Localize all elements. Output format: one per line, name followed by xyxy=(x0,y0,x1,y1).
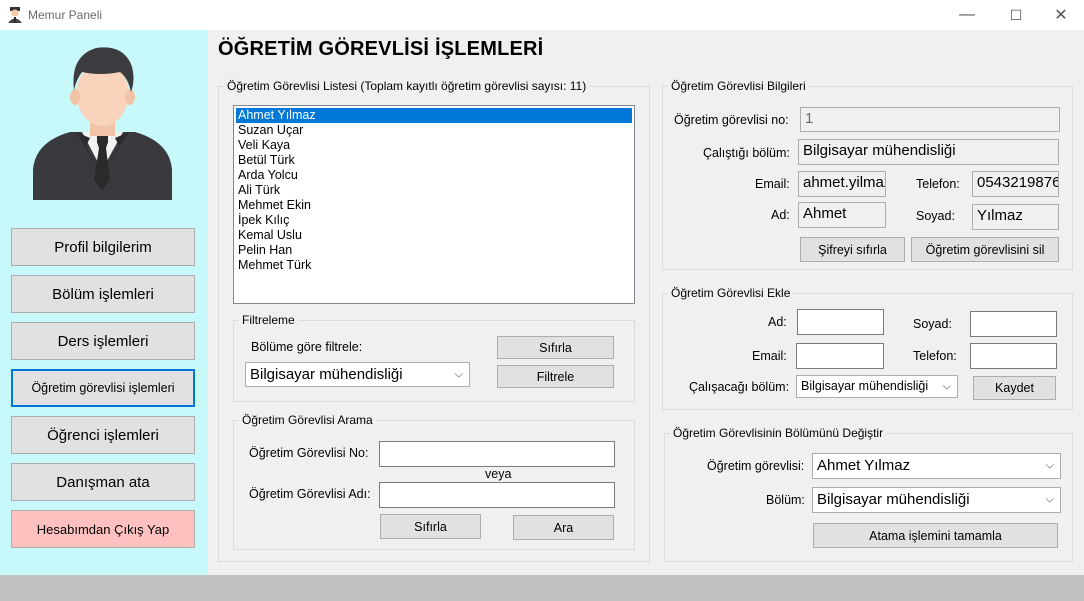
add-first-label: Ad: xyxy=(768,315,787,329)
change-lecturer-select[interactable]: Ahmet Yılmaz ⌵ xyxy=(812,453,1061,479)
info-phone-label: Telefon: xyxy=(916,177,960,191)
change-dept-label: Bölüm: xyxy=(766,493,805,507)
nav-department-button[interactable]: Bölüm işlemleri xyxy=(11,275,195,313)
filter-department-label: Bölüme göre filtrele: xyxy=(251,340,363,354)
filter-apply-button[interactable]: Filtrele xyxy=(497,365,614,388)
list-item[interactable]: Veli Kaya xyxy=(236,138,632,153)
sidebar: Profil bilgilerim Bölüm işlemleri Ders i… xyxy=(0,30,208,575)
add-dept-select[interactable]: Bilgisayar mühendisliği ⌵ xyxy=(796,375,958,398)
list-item[interactable]: Mehmet Türk xyxy=(236,258,632,273)
change-dept-select[interactable]: Bilgisayar mühendisliği ⌵ xyxy=(812,487,1061,513)
info-first-label: Ad: xyxy=(771,208,790,222)
filter-department-select[interactable]: Bilgisayar mühendisliği ⌵ xyxy=(245,362,470,387)
add-dept-value: Bilgisayar mühendisliği xyxy=(801,379,929,393)
change-dept-value: Bilgisayar mühendisliği xyxy=(817,491,970,508)
add-dept-label: Çalışacağı bölüm: xyxy=(689,380,790,394)
chevron-down-icon: ⌵ xyxy=(1045,493,1054,506)
page-title: ÖĞRETİM GÖREVLİSİ İŞLEMLERİ xyxy=(218,38,544,60)
chevron-down-icon: ⌵ xyxy=(942,380,951,392)
info-email-field[interactable]: ahmet.yilmaz xyxy=(798,171,886,197)
minimize-button[interactable]: — xyxy=(944,0,990,30)
list-item[interactable]: Betül Türk xyxy=(236,153,632,168)
info-dept-field[interactable]: Bilgisayar mühendisliği xyxy=(798,139,1059,165)
reset-password-button[interactable]: Şifreyi sıfırla xyxy=(800,237,905,262)
info-last-label: Soyad: xyxy=(916,209,955,223)
list-item[interactable]: Arda Yolcu xyxy=(236,168,632,183)
search-reset-button[interactable]: Sıfırla xyxy=(380,514,481,539)
nav-courses-button[interactable]: Ders işlemleri xyxy=(11,322,195,360)
search-no-label: Öğretim Görevlisi No: xyxy=(249,446,369,460)
filter-group-label: Filtreleme xyxy=(239,313,298,327)
logout-button[interactable]: Hesabımdan Çıkış Yap xyxy=(11,510,195,548)
search-name-input[interactable] xyxy=(379,482,615,508)
add-phone-label: Telefon: xyxy=(913,349,957,363)
add-email-label: Email: xyxy=(752,349,787,363)
change-dept-group-label: Öğretim Görevlisinin Bölümünü Değiştir xyxy=(670,426,887,440)
save-lecturer-button[interactable]: Kaydet xyxy=(973,376,1056,400)
search-no-input[interactable] xyxy=(379,441,615,467)
add-first-input[interactable] xyxy=(797,309,884,335)
info-first-field[interactable]: Ahmet xyxy=(798,202,886,228)
list-item[interactable]: Suzan Uçar xyxy=(236,123,632,138)
search-button[interactable]: Ara xyxy=(513,515,614,540)
avatar xyxy=(33,47,172,200)
nav-lecturers-button[interactable]: Öğretim görevlisi işlemleri xyxy=(11,369,195,407)
nav-students-button[interactable]: Öğrenci işlemleri xyxy=(11,416,195,454)
app-icon xyxy=(8,7,22,23)
list-item[interactable]: Kemal Uslu xyxy=(236,228,632,243)
search-group-label: Öğretim Görevlisi Arama xyxy=(239,413,376,427)
info-email-label: Email: xyxy=(755,177,790,191)
list-item[interactable]: Ahmet Yılmaz xyxy=(236,108,632,123)
add-lecturer-group-label: Öğretim Görevlisi Ekle xyxy=(668,286,794,300)
status-strip xyxy=(0,575,1084,601)
search-or-label: veya xyxy=(485,467,512,481)
info-no-label: Öğretim görevlisi no: xyxy=(674,113,789,127)
change-lecturer-value: Ahmet Yılmaz xyxy=(817,457,911,474)
title-bar: Memur Paneli — ☐ ✕ xyxy=(0,0,1084,30)
info-last-field[interactable]: Yılmaz xyxy=(972,204,1059,230)
list-item[interactable]: Mehmet Ekin xyxy=(236,198,632,213)
nav-profile-button[interactable]: Profil bilgilerim xyxy=(11,228,195,266)
add-email-input[interactable] xyxy=(796,343,884,369)
close-button[interactable]: ✕ xyxy=(1038,0,1084,30)
nav-advisor-button[interactable]: Danışman ata xyxy=(11,463,195,501)
filter-reset-button[interactable]: Sıfırla xyxy=(497,336,614,359)
info-no-field[interactable]: 1 xyxy=(800,107,1060,132)
lecturer-list-items: Ahmet Yılmaz Suzan Uçar Veli Kaya Betül Tür… xyxy=(236,108,632,273)
lecturer-list-group-label: Öğretim Görevlisi Listesi (Toplam kayıtl… xyxy=(224,79,590,93)
list-item[interactable]: İpek Kılıç xyxy=(236,213,632,228)
info-phone-field[interactable]: 05432198765 xyxy=(972,171,1059,197)
add-last-label: Soyad: xyxy=(913,317,952,331)
complete-assignment-button[interactable]: Atama işlemini tamamla xyxy=(813,523,1058,548)
add-phone-input[interactable] xyxy=(970,343,1057,369)
list-item[interactable]: Pelin Han xyxy=(236,243,632,258)
chevron-down-icon: ⌵ xyxy=(1045,459,1054,472)
maximize-button[interactable]: ☐ xyxy=(993,0,1039,30)
change-lecturer-label: Öğretim görevlisi: xyxy=(707,459,805,473)
window-title: Memur Paneli xyxy=(28,8,103,22)
list-item[interactable]: Ali Türk xyxy=(236,183,632,198)
chevron-down-icon: ⌵ xyxy=(454,368,463,380)
lecturer-listbox[interactable]: Ahmet Yılmaz Suzan Uçar Veli Kaya Betül Tür… xyxy=(233,105,635,304)
delete-lecturer-button[interactable]: Öğretim görevlisini sil xyxy=(911,237,1059,262)
lecturer-info-group-label: Öğretim Görevlisi Bilgileri xyxy=(668,79,809,93)
search-name-label: Öğretim Görevlisi Adı: xyxy=(249,487,371,501)
filter-group xyxy=(233,320,635,402)
add-last-input[interactable] xyxy=(970,311,1057,337)
filter-department-value: Bilgisayar mühendisliği xyxy=(250,366,403,383)
info-dept-label: Çalıştığı bölüm: xyxy=(703,146,790,160)
